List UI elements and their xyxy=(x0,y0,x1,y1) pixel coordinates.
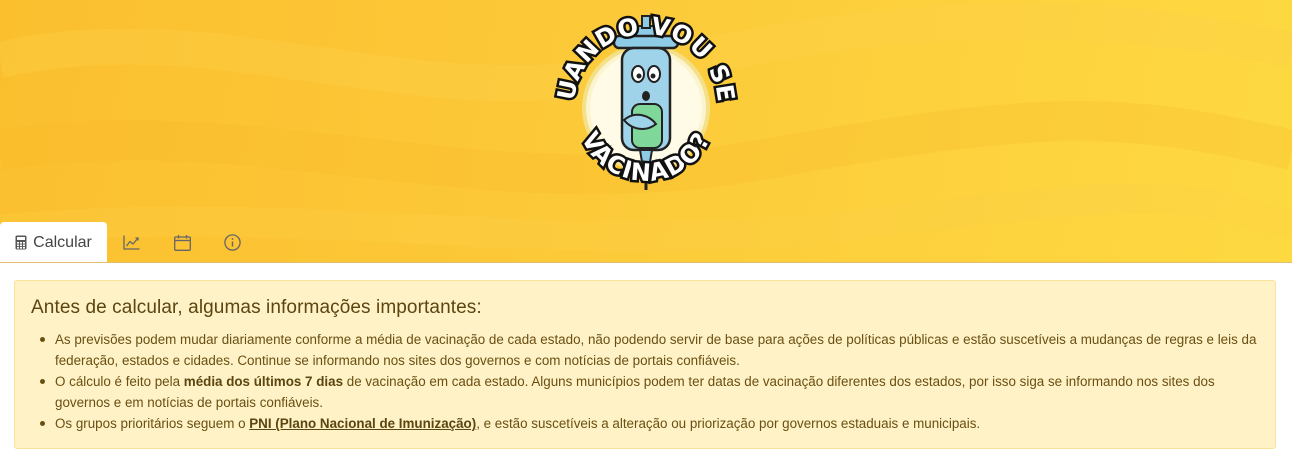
vaccine-logo: QUANDO VOU SER VACINADO? xyxy=(552,8,740,190)
info-circle-icon xyxy=(223,234,241,251)
pni-link[interactable]: PNI (Plano Nacional de Imunização) xyxy=(249,416,476,431)
tab-chart[interactable] xyxy=(112,222,150,262)
alert-item-priority-groups: Os grupos prioritários seguem o PNI (Pla… xyxy=(31,413,1259,434)
info-alert: Antes de calcular, algumas informações i… xyxy=(14,280,1276,449)
tab-bar: Calcular xyxy=(0,222,1292,262)
calendar-icon xyxy=(173,234,191,251)
tab-info[interactable] xyxy=(213,222,251,262)
alert-title: Antes de calcular, algumas informações i… xyxy=(31,297,482,318)
chart-line-icon xyxy=(122,235,139,250)
tab-calcular-label: Calcular xyxy=(33,233,92,251)
calculator-icon xyxy=(15,235,27,250)
tab-bar-divider xyxy=(0,262,1292,263)
hero-banner: QUANDO VOU SER VACINADO? Calcular xyxy=(0,0,1292,262)
tab-calcular[interactable]: Calcular xyxy=(0,222,107,262)
alert-item-forecast: As previsões podem mudar diariamente con… xyxy=(31,329,1259,371)
tab-calendar[interactable] xyxy=(163,222,201,262)
alert-emphasis: média dos últimos 7 dias xyxy=(183,374,344,389)
alert-list: As previsões podem mudar diariamente con… xyxy=(31,329,1259,434)
alert-item-calculation: O cálculo é feito pela média dos últimos… xyxy=(31,371,1259,413)
